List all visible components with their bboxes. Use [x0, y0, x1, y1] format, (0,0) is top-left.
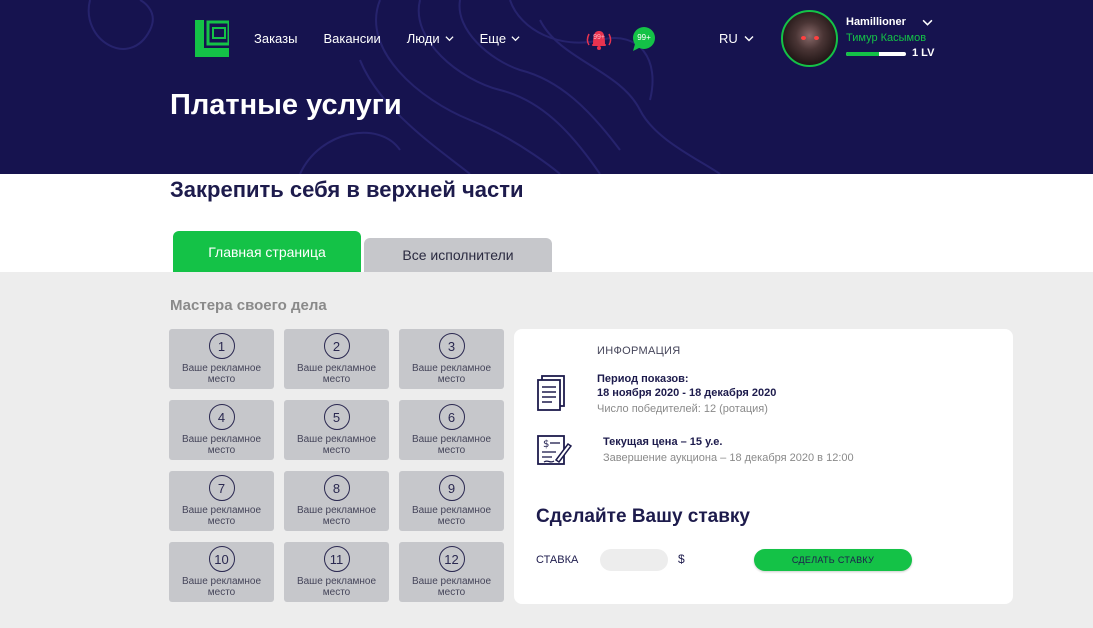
- ad-slot[interactable]: 10 Ваше рекламное место: [169, 542, 274, 602]
- section-title: Закрепить себя в верхней части: [170, 177, 524, 202]
- ad-slot[interactable]: 11 Ваше рекламное место: [284, 542, 389, 602]
- chevron-down-icon: [445, 36, 454, 42]
- ad-slot[interactable]: 4 Ваше рекламное место: [169, 400, 274, 460]
- ad-slot[interactable]: 2 Ваше рекламное место: [284, 329, 389, 389]
- nav-item-more[interactable]: Еще: [480, 31, 520, 46]
- slot-number: 10: [208, 546, 235, 572]
- cheque-icon: $: [537, 435, 572, 465]
- ad-slots-grid: 1 Ваше рекламное место 2 Ваше рекламное ме…: [169, 329, 504, 602]
- language-selector[interactable]: RU: [719, 31, 754, 46]
- chevron-down-icon: [511, 36, 520, 42]
- chevron-down-icon: [744, 36, 754, 42]
- chevron-down-icon: [922, 19, 933, 26]
- slot-number: 12: [438, 546, 465, 572]
- document-icon: [537, 375, 565, 411]
- slot-label: Ваше рекламное место: [411, 576, 492, 598]
- slot-label: Ваше рекламное место: [296, 434, 377, 456]
- slot-number: 4: [208, 404, 235, 430]
- winners-count: Число победителей: 12 (ротация): [597, 403, 768, 415]
- slot-label: Ваше рекламное место: [411, 363, 492, 385]
- masters-title: Мастера своего дела: [170, 297, 327, 314]
- level-progress-fill: [846, 52, 879, 56]
- currency-symbol: $: [678, 552, 685, 566]
- slot-label: Ваше рекламное место: [181, 576, 262, 598]
- period-value: 18 ноября 2020 - 18 декабря 2020: [597, 387, 777, 399]
- svg-text:$: $: [543, 439, 549, 450]
- user-menu[interactable]: Hamillioner: [846, 16, 933, 28]
- avatar-detail: [801, 36, 806, 40]
- slot-number: 3: [438, 333, 465, 359]
- info-card: ИНФОРМАЦИЯ Период показов: 18 ноября 202…: [514, 329, 1013, 604]
- slot-number: 11: [323, 546, 350, 572]
- level-progress-bar: [846, 52, 906, 56]
- level-label: 1 LV: [912, 47, 935, 59]
- slot-number: 9: [438, 475, 465, 501]
- slot-label: Ваше рекламное место: [296, 505, 377, 527]
- nav-item-vacancies[interactable]: Вакансии: [323, 31, 380, 46]
- nav-item-people[interactable]: Люди: [407, 31, 454, 46]
- slot-number: 6: [438, 404, 465, 430]
- user-full-name: Тимур Касымов: [846, 32, 927, 44]
- ad-slot[interactable]: 12 Ваше рекламное место: [399, 542, 504, 602]
- ad-slot[interactable]: 1 Ваше рекламное место: [169, 329, 274, 389]
- nav-label: Люди: [406, 31, 440, 46]
- messages-badge: 99+: [637, 33, 651, 42]
- site-header: Заказы Вакансии Люди Еще 99+ 99+ RU Hami…: [0, 0, 1093, 174]
- slot-label: Ваше рекламное место: [411, 505, 492, 527]
- ad-slot[interactable]: 6 Ваше рекламное место: [399, 400, 504, 460]
- avatar-detail: [814, 36, 819, 40]
- period-label: Период показов:: [597, 373, 689, 385]
- ad-slot[interactable]: 8 Ваше рекламное место: [284, 471, 389, 531]
- slot-label: Ваше рекламное место: [296, 576, 377, 598]
- bid-input[interactable]: [600, 549, 668, 571]
- info-heading: ИНФОРМАЦИЯ: [597, 345, 681, 357]
- slot-number: 5: [323, 404, 350, 430]
- tab-all-performers[interactable]: Все исполнители: [364, 238, 552, 272]
- logo-icon[interactable]: [195, 20, 229, 57]
- place-bid-button[interactable]: СДЕЛАТЬ СТАВКУ: [754, 549, 912, 571]
- notifications-badge: 99+: [593, 34, 605, 41]
- slot-number: 1: [208, 333, 235, 359]
- slot-number: 7: [208, 475, 235, 501]
- slot-label: Ваше рекламное место: [181, 363, 262, 385]
- slot-label: Ваше рекламное место: [181, 505, 262, 527]
- slot-label: Ваше рекламное место: [296, 363, 377, 385]
- current-price: Текущая цена – 15 у.е.: [603, 436, 723, 448]
- slot-label: Ваше рекламное место: [411, 434, 492, 456]
- ad-slot[interactable]: 9 Ваше рекламное место: [399, 471, 504, 531]
- slot-label: Ваше рекламное место: [181, 434, 262, 456]
- page-title: Платные услуги: [170, 89, 402, 121]
- slot-number: 8: [323, 475, 350, 501]
- ad-slot[interactable]: 7 Ваше рекламное место: [169, 471, 274, 531]
- ad-slot[interactable]: 3 Ваше рекламное место: [399, 329, 504, 389]
- nav-label: Вакансии: [323, 31, 381, 46]
- ad-slot[interactable]: 5 Ваше рекламное место: [284, 400, 389, 460]
- language-label: RU: [719, 31, 738, 46]
- auction-end: Завершение аукциона – 18 декабря 2020 в …: [603, 452, 854, 464]
- slot-number: 2: [323, 333, 350, 359]
- nav-label: Еще: [479, 31, 507, 46]
- tab-main-page[interactable]: Главная страница: [173, 231, 361, 272]
- bid-title: Сделайте Вашу ставку: [536, 506, 750, 527]
- main-nav: Заказы Вакансии Люди Еще: [254, 31, 520, 46]
- username: Hamillioner: [846, 16, 906, 28]
- avatar[interactable]: [781, 10, 838, 67]
- nav-item-orders[interactable]: Заказы: [254, 31, 297, 46]
- nav-label: Заказы: [254, 31, 298, 46]
- bid-label: СТАВКА: [536, 554, 579, 566]
